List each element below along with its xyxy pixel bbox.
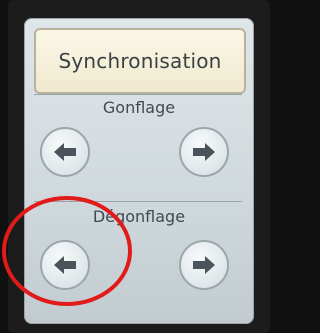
arrow-right-icon xyxy=(191,141,217,163)
gonflage-label: Gonflage xyxy=(102,98,176,117)
divider xyxy=(34,94,242,95)
arrow-right-icon xyxy=(191,254,217,276)
highlight-circle xyxy=(2,196,132,306)
gonflage-left-button[interactable] xyxy=(40,127,90,177)
degonflage-right-button[interactable] xyxy=(179,240,229,290)
page-title: Synchronisation xyxy=(34,28,246,94)
gonflage-right-button[interactable] xyxy=(179,127,229,177)
arrow-left-icon xyxy=(52,141,78,163)
